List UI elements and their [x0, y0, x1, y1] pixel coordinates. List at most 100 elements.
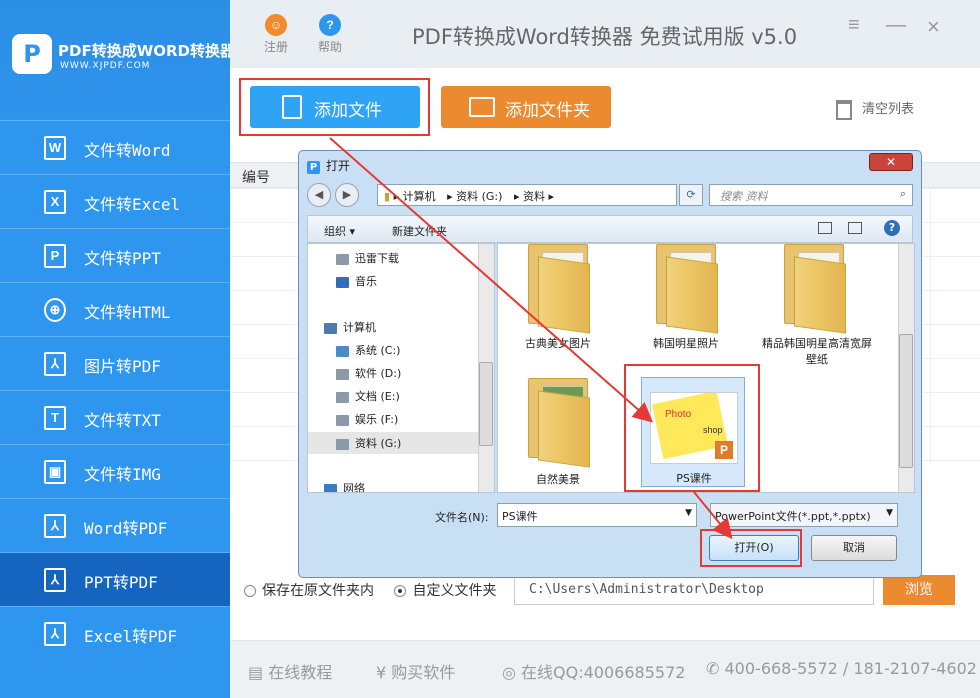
sidebar-item-label: Excel转PDF — [84, 627, 178, 646]
scrollbar-thumb[interactable] — [479, 362, 493, 446]
sidebar-item-image-to-pdf[interactable]: ⅄ 图片转PDF — [0, 336, 230, 390]
sidebar-item-ppt[interactable]: P 文件转PPT — [0, 228, 230, 282]
nav-item[interactable]: 迅雷下载 — [336, 250, 399, 266]
file-name-label[interactable]: 自然美景 — [498, 472, 628, 488]
breadcrumb-drive[interactable]: ▸ 资料 (G:) — [447, 190, 502, 203]
menu-button[interactable]: ≡ — [848, 14, 860, 37]
breadcrumb-folder[interactable]: ▸ 资料 ▸ — [514, 190, 554, 203]
folder-item-icon[interactable] — [642, 244, 734, 334]
scrollbar[interactable] — [478, 244, 494, 492]
dialog-title: P 打开 — [307, 157, 350, 174]
browse-button[interactable]: 浏览 — [883, 575, 955, 605]
nav-item[interactable]: 娱乐 (F:) — [336, 411, 398, 427]
open-file-dialog: P 打开 ✕ ◀ ▶ ▮ ▸ 计算机 ▸ 资料 (G:) ▸ 资料 ▸ ⟳ 搜索 … — [298, 150, 922, 578]
tutorial-link[interactable]: ▤ 在线教程 — [248, 659, 332, 683]
drive-icon — [336, 368, 349, 380]
filename-input[interactable]: PS课件 ▼ — [497, 503, 697, 527]
sidebar-item-excel-to-pdf[interactable]: ⅄ Excel转PDF — [0, 606, 230, 660]
sidebar-item-label: 文件转Excel — [84, 195, 181, 214]
save-source-option[interactable]: 保存在原文件夹内 — [244, 583, 374, 599]
nav-item[interactable]: 软件 (D:) — [336, 365, 401, 381]
nav-item-selected[interactable]: 资料 (G:) — [308, 432, 478, 454]
sidebar-item-img[interactable]: ▣ 文件转IMG — [0, 444, 230, 498]
qq-icon: ◎ — [502, 663, 522, 682]
sidebar-item-excel[interactable]: X 文件转Excel — [0, 174, 230, 228]
sidebar-item-label: 文件转IMG — [84, 465, 161, 484]
organize-button[interactable]: 组织 ▾ — [324, 223, 355, 239]
clear-list-label: 清空列表 — [862, 102, 915, 117]
cancel-button[interactable]: 取消 — [811, 535, 897, 561]
logo-area: P PDF转换成WORD转换器 WWW.XJPDF.COM — [0, 0, 235, 118]
forward-icon[interactable]: ▶ — [335, 183, 359, 207]
scrollbar-thumb[interactable] — [899, 334, 913, 468]
refresh-icon[interactable]: ⟳ — [679, 184, 703, 206]
help-button[interactable]: ? 帮助 — [310, 14, 350, 55]
nav-item[interactable]: 系统 (C:) — [336, 342, 400, 358]
sidebar-item-label: 文件转HTML — [84, 303, 171, 322]
title-bar: ☺ 注册 ? 帮助 PDF转换成Word转换器 免费试用版 v5.0 ≡ — × — [230, 0, 980, 68]
view-mode-icon[interactable] — [818, 222, 832, 234]
music-icon — [336, 276, 349, 288]
nav-item-computer[interactable]: 计算机 — [324, 319, 376, 335]
clear-list-button[interactable]: 清空列表 — [836, 98, 914, 120]
yen-icon: ¥ — [376, 663, 392, 682]
highlight-box — [700, 529, 802, 567]
filename-value: PS课件 — [502, 510, 538, 523]
sidebar-item-word[interactable]: W 文件转Word — [0, 120, 230, 174]
filename-label: 文件名(N): — [435, 511, 489, 524]
folder-item-icon[interactable] — [770, 244, 862, 334]
qq-link[interactable]: ◎ 在线QQ:4006685572 — [502, 659, 685, 683]
preview-pane-icon[interactable] — [848, 222, 862, 234]
radio-icon[interactable] — [244, 585, 256, 597]
dialog-toolbar: 组织 ▾ 新建文件夹 ? — [307, 215, 913, 243]
drive-icon — [336, 438, 349, 450]
folder-item-icon[interactable] — [514, 378, 606, 468]
sidebar-item-html[interactable]: ⊕ 文件转HTML — [0, 282, 230, 336]
nav-item[interactable]: 音乐 — [336, 273, 377, 289]
sidebar-item-word-to-pdf[interactable]: ⅄ Word转PDF — [0, 498, 230, 552]
help-icon: ? — [319, 14, 341, 36]
sidebar-item-label: 图片转PDF — [84, 357, 161, 376]
new-folder-button[interactable]: 新建文件夹 — [392, 223, 447, 239]
nav-item-network[interactable]: 网络 — [324, 480, 365, 492]
phone-info: ✆ 400-668-5572 / 181-2107-4602 — [706, 659, 977, 678]
save-source-label: 保存在原文件夹内 — [262, 583, 374, 599]
breadcrumb-computer[interactable]: ▸ 计算机 — [394, 190, 436, 203]
minimize-button[interactable]: — — [886, 14, 906, 37]
trash-icon — [836, 99, 852, 120]
column-number-header: 编号 — [242, 170, 270, 186]
save-custom-option[interactable]: 自定义文件夹 — [394, 583, 496, 599]
radio-selected-icon[interactable] — [394, 585, 407, 597]
buy-link[interactable]: ¥ 购买软件 — [376, 659, 455, 683]
globe-icon: ⊕ — [44, 298, 66, 322]
sidebar-item-txt[interactable]: T 文件转TXT — [0, 390, 230, 444]
search-input[interactable]: 搜索 资料 ⌕ — [709, 184, 913, 206]
txt-icon: T — [44, 406, 66, 430]
address-bar[interactable]: ▮ ▸ 计算机 ▸ 资料 (G:) ▸ 资料 ▸ — [377, 184, 677, 206]
output-path-input[interactable]: C:\Users\Administrator\Desktop — [514, 575, 874, 605]
qq-label: 在线QQ:4006685572 — [521, 663, 686, 682]
filetype-select[interactable]: PowerPoint文件(*.ppt,*.pptx) ▼ — [710, 503, 898, 527]
back-icon[interactable]: ◀ — [307, 183, 331, 207]
ppt-icon: P — [44, 244, 66, 268]
chevron-down-icon[interactable]: ▼ — [886, 508, 893, 518]
add-folder-label: 添加文件夹 — [505, 101, 590, 121]
register-button[interactable]: ☺ 注册 — [256, 14, 296, 55]
file-name-label[interactable]: 精品韩国明星高清宽屏壁纸 — [757, 336, 877, 368]
close-button[interactable]: × — [927, 14, 940, 40]
nav-item[interactable]: 文档 (E:) — [336, 388, 400, 404]
drive-icon — [336, 414, 349, 426]
excel-icon: X — [44, 190, 66, 214]
phone-icon: ✆ — [706, 659, 725, 678]
folder-item-icon[interactable] — [514, 244, 606, 334]
add-folder-button[interactable]: 添加文件夹 — [441, 86, 611, 128]
sidebar-item-ppt-to-pdf[interactable]: ⅄ PPT转PDF — [0, 552, 230, 606]
scrollbar[interactable] — [898, 244, 914, 492]
dialog-close-button[interactable]: ✕ — [869, 153, 913, 171]
file-name-label[interactable]: 韩国明星照片 — [616, 336, 756, 352]
file-name-label[interactable]: 古典美女图片 — [498, 336, 628, 352]
help-icon[interactable]: ? — [884, 220, 900, 236]
chevron-down-icon[interactable]: ▼ — [685, 508, 692, 518]
save-custom-label: 自定义文件夹 — [412, 583, 497, 599]
sidebar-item-label: 文件转Word — [84, 141, 171, 160]
